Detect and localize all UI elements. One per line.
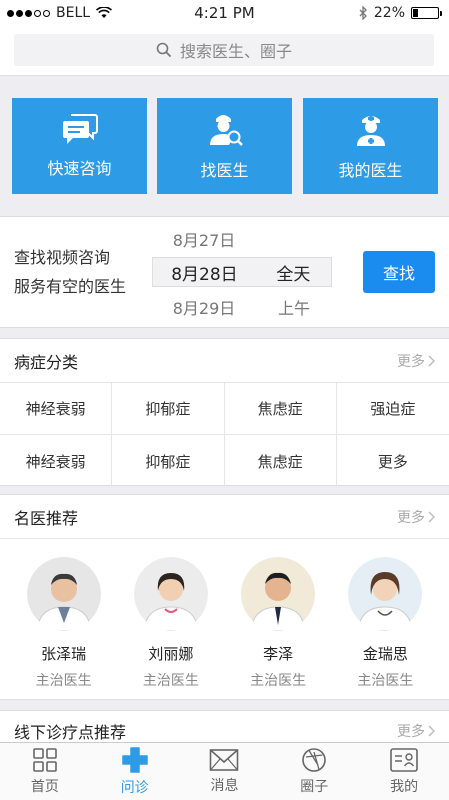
- doctor-title: 主治医生: [250, 673, 307, 689]
- date-option-selected[interactable]: 8月28日 全天: [152, 257, 332, 287]
- doctor-card[interactable]: 张泽瑞 主治医生: [14, 539, 114, 690]
- disease-item[interactable]: 焦虑症: [225, 435, 337, 487]
- date-label: 8月27日: [172, 231, 236, 250]
- tab-label: 圈子: [300, 779, 329, 795]
- my-doctor-tile[interactable]: 我的医生: [303, 98, 438, 194]
- date-label: 8月29日: [172, 299, 236, 318]
- period-label: 上午: [277, 299, 310, 318]
- search-input[interactable]: 搜索医生、圈子: [14, 34, 434, 66]
- date-option[interactable]: 8月29日 上午: [152, 292, 332, 322]
- more-link[interactable]: 更多: [397, 721, 435, 741]
- doctor-card[interactable]: 李泽 主治医生: [228, 539, 328, 690]
- doctor-card[interactable]: 金瑞思 主治医生: [335, 539, 435, 690]
- tab-bar: 首页 问诊 消息 圈子 我的: [0, 742, 449, 800]
- profile-card-icon: [390, 748, 418, 772]
- chevron-right-icon: [428, 355, 435, 366]
- disease-item[interactable]: 抑郁症: [112, 435, 225, 487]
- doctor-title: 主治医生: [142, 673, 199, 689]
- section-header: 名医推荐 更多: [0, 495, 449, 539]
- disease-item[interactable]: 神经衰弱: [0, 383, 113, 435]
- section-title: 名医推荐: [14, 508, 79, 528]
- quick-consult-tile[interactable]: 快速咨询: [12, 98, 147, 194]
- tab-consult[interactable]: 问诊: [90, 743, 180, 800]
- section-header: 病症分类 更多: [0, 339, 449, 383]
- doctor-avatar: [133, 557, 208, 631]
- aperture-icon: [302, 748, 327, 772]
- more-label: 更多: [397, 353, 425, 370]
- section-title: 病症分类: [14, 352, 79, 372]
- tab-home[interactable]: 首页: [0, 743, 90, 800]
- doctor-avatar: [241, 557, 316, 631]
- grid-icon: [33, 748, 57, 772]
- date-option[interactable]: 8月27日: [152, 224, 332, 254]
- doctor-title: 主治医生: [35, 673, 92, 689]
- recommended-doctors: 名医推荐 更多 张泽瑞 主治医生 刘丽娜 主治医生 李泽 主治医生 金瑞思 主治…: [0, 494, 449, 700]
- doctor-avatar: [348, 557, 423, 631]
- tab-label: 我的: [390, 779, 419, 795]
- disease-item[interactable]: 神经衰弱: [0, 435, 113, 487]
- tab-label: 消息: [210, 778, 239, 794]
- chat-bubbles-icon: [62, 114, 98, 144]
- doctor-title: 主治医生: [357, 673, 414, 689]
- status-bar: BELL 4:21 PM 22%: [0, 0, 449, 26]
- section-title: 线下诊疗点推荐: [14, 722, 127, 742]
- tab-circles[interactable]: 圈子: [269, 743, 359, 800]
- video-consult-finder: 查找视频咨询 服务有空的医生 8月27日 8月28日 全天 8月29日 上午 查…: [0, 216, 449, 328]
- tab-label: 问诊: [120, 780, 149, 796]
- quick-consult-label: 快速咨询: [47, 159, 112, 178]
- finder-line-2: 服务有空的医生: [14, 277, 127, 296]
- find-button[interactable]: 查找: [363, 251, 435, 293]
- quick-actions: 快速咨询 找医生 我的医生: [0, 98, 449, 194]
- date-label: 8月28日: [171, 264, 238, 285]
- tab-label: 首页: [30, 779, 59, 795]
- battery-icon: [411, 7, 442, 19]
- more-label: 更多: [397, 509, 425, 526]
- finder-description: 查找视频咨询 服务有空的医生: [14, 243, 126, 301]
- bluetooth-icon: [359, 6, 367, 20]
- disease-item[interactable]: 抑郁症: [112, 383, 225, 435]
- chevron-right-icon: [428, 511, 435, 522]
- my-doctor-label: 我的医生: [338, 161, 403, 180]
- doctor-name: 张泽瑞: [41, 645, 87, 663]
- disease-item[interactable]: 强迫症: [336, 383, 449, 435]
- more-label: 更多: [397, 723, 425, 740]
- find-doctor-label: 找医生: [200, 161, 249, 180]
- search-icon: [156, 42, 172, 58]
- doctor-card[interactable]: 刘丽娜 主治医生: [121, 539, 221, 690]
- nurse-icon: [356, 115, 385, 146]
- more-link[interactable]: 更多: [397, 351, 435, 371]
- tab-profile[interactable]: 我的: [359, 743, 449, 800]
- battery-percent: 22%: [373, 5, 405, 21]
- find-doctor-tile[interactable]: 找医生: [157, 98, 292, 194]
- doctor-avatar: [26, 557, 101, 631]
- period-label: 全天: [276, 264, 311, 285]
- doctor-name: 刘丽娜: [148, 645, 194, 663]
- search-bar: 搜索医生、圈子: [0, 26, 449, 76]
- envelope-icon: [210, 749, 239, 771]
- finder-line-1: 查找视频咨询: [14, 248, 111, 267]
- disease-grid: 神经衰弱 抑郁症 焦虑症 强迫症 神经衰弱 抑郁症 焦虑症 更多: [0, 383, 449, 487]
- disease-item[interactable]: 焦虑症: [224, 383, 337, 435]
- doctor-name: 金瑞思: [362, 645, 408, 663]
- medical-cross-icon: [121, 747, 148, 773]
- tab-messages[interactable]: 消息: [180, 743, 270, 800]
- more-link[interactable]: 更多: [397, 507, 435, 527]
- doctor-name: 李泽: [263, 645, 294, 663]
- chevron-right-icon: [428, 725, 435, 736]
- doctor-search-icon: [209, 115, 243, 146]
- search-placeholder: 搜索医生、圈子: [179, 42, 292, 61]
- disease-categories: 病症分类 更多 神经衰弱 抑郁症 焦虑症 强迫症 神经衰弱 抑郁症 焦虑症 更多: [0, 338, 449, 487]
- disease-more-item[interactable]: 更多: [337, 435, 449, 487]
